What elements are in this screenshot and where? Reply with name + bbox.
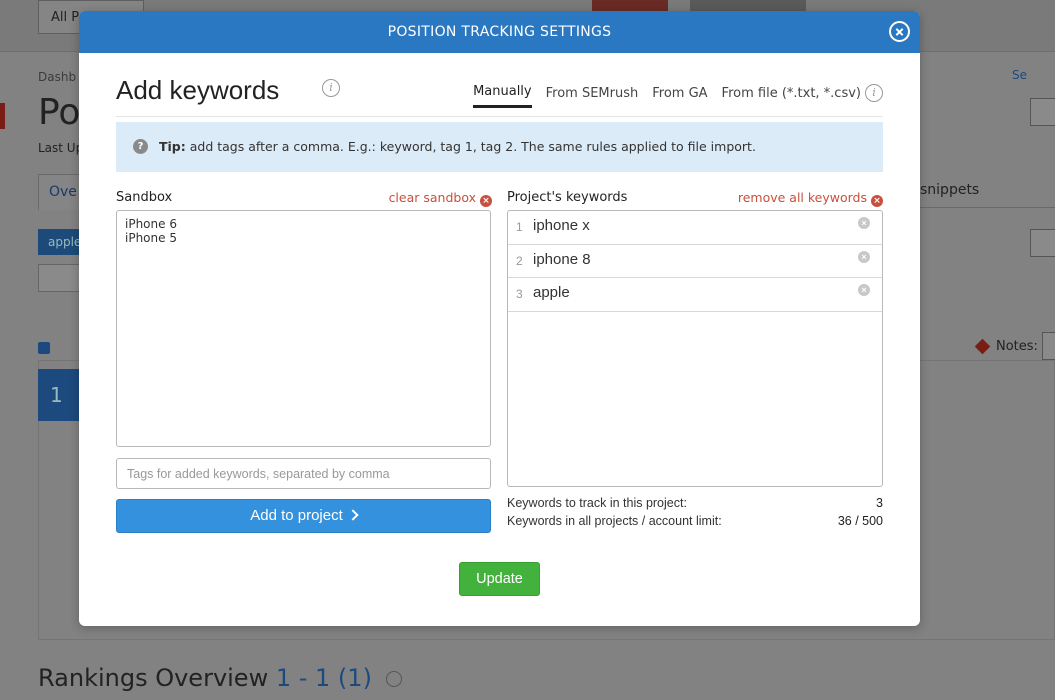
bg-last-updated: Last Up: [38, 141, 84, 155]
stat-limit-label: Keywords in all projects / account limit…: [507, 514, 722, 528]
bg-rankings-label: Rankings Overview: [38, 664, 269, 692]
stat-track-value: 3: [876, 496, 883, 510]
close-icon[interactable]: [889, 21, 910, 42]
keyword-row: 1 iphone x ×: [508, 211, 882, 245]
bg-widget: 1: [38, 369, 80, 421]
keyword-text: iphone 8: [533, 250, 591, 268]
clear-sandbox-link[interactable]: clear sandbox ×: [389, 190, 492, 207]
sandbox-label: Sandbox: [116, 190, 173, 205]
bg-checkbox: [38, 342, 50, 354]
source-tabs: Manually From SEMrush From GA From file …: [459, 83, 883, 109]
bg-red-marker: [0, 103, 5, 129]
clear-icon: ×: [480, 195, 492, 207]
keyword-number: 3: [516, 287, 523, 301]
tab-from-semrush[interactable]: From SEMrush: [546, 86, 639, 107]
bg-info-icon: [385, 671, 402, 687]
bg-header-link: Se: [1012, 68, 1027, 82]
stat-track-label: Keywords to track in this project:: [507, 496, 687, 510]
position-tracking-settings-modal: POSITION TRACKING SETTINGS Add keywords …: [79, 11, 920, 626]
bg-filter-tag: apple: [38, 229, 83, 255]
sandbox-textarea[interactable]: [116, 210, 491, 447]
tip-text: add tags after a comma. E.g.: keyword, t…: [185, 139, 756, 154]
add-to-project-button[interactable]: Add to project: [116, 499, 491, 533]
stat-track: Keywords to track in this project: 3: [507, 496, 883, 514]
stat-limit-value: 36 / 500: [837, 514, 883, 528]
question-icon: ?: [133, 139, 148, 154]
bg-tab-snippets: snippets: [920, 182, 980, 198]
keyword-row: 2 iphone 8 ×: [508, 245, 882, 278]
bg-rankings-count: 1 - 1 (1): [275, 664, 372, 692]
keyword-text: iphone x: [533, 217, 590, 234]
bg-rankings-title: Rankings Overview 1 - 1 (1): [38, 664, 402, 692]
bg-notes-select: [1042, 332, 1055, 360]
modal-title: Add keywords: [116, 75, 280, 105]
delete-keyword-icon[interactable]: ×: [858, 217, 870, 229]
clear-sandbox-label: clear sandbox: [388, 190, 476, 205]
bg-tab-overview: Ove: [38, 174, 82, 210]
keyword-number: 2: [516, 253, 523, 268]
remove-icon: ×: [871, 195, 883, 207]
bg-diamond-icon: [974, 338, 991, 355]
delete-keyword-icon[interactable]: ×: [858, 250, 870, 263]
tab-from-ga[interactable]: From GA: [652, 86, 707, 107]
modal-header-title: POSITION TRACKING SETTINGS: [387, 24, 612, 40]
tip-label: Tip:: [159, 139, 186, 154]
tags-input[interactable]: [116, 458, 491, 489]
remove-all-keywords-link[interactable]: remove all keywords ×: [738, 190, 883, 207]
bg-page-title: Po: [38, 92, 81, 133]
keyword-number: 1: [516, 220, 523, 234]
tip-banner: ? Tip: add tags after a comma. E.g.: key…: [116, 122, 883, 172]
chevron-right-icon: [347, 509, 359, 521]
keyword-row: 3 apple ×: [508, 278, 882, 312]
tab-manually[interactable]: Manually: [473, 84, 532, 108]
bg-breadcrumb: Dashb: [38, 70, 77, 84]
bg-bell-icon: [1030, 98, 1055, 126]
project-keywords-label: Project's keywords: [507, 190, 628, 205]
bg-calendar-icon: [1030, 229, 1055, 257]
keyword-text: apple: [533, 284, 570, 301]
file-info-icon[interactable]: i: [865, 84, 883, 102]
add-to-project-label: Add to project: [250, 507, 343, 524]
stat-limit: Keywords in all projects / account limit…: [507, 514, 883, 532]
title-row: Add keywords i Manually From SEMrush Fro…: [116, 73, 883, 117]
remove-all-label: remove all keywords: [737, 190, 867, 205]
update-button[interactable]: Update: [459, 562, 540, 596]
info-icon[interactable]: i: [322, 79, 340, 97]
bg-filter-input: [38, 264, 83, 292]
delete-keyword-icon[interactable]: ×: [858, 284, 870, 296]
keyword-stats: Keywords to track in this project: 3 Key…: [507, 496, 883, 532]
bg-notes-label: Notes:: [996, 339, 1038, 354]
modal-header: POSITION TRACKING SETTINGS: [79, 11, 920, 53]
tab-from-file[interactable]: From file (*.txt, *.csv): [722, 86, 861, 107]
project-keywords-list: 1 iphone x × 2 iphone 8 × 3 apple ×: [507, 210, 883, 487]
